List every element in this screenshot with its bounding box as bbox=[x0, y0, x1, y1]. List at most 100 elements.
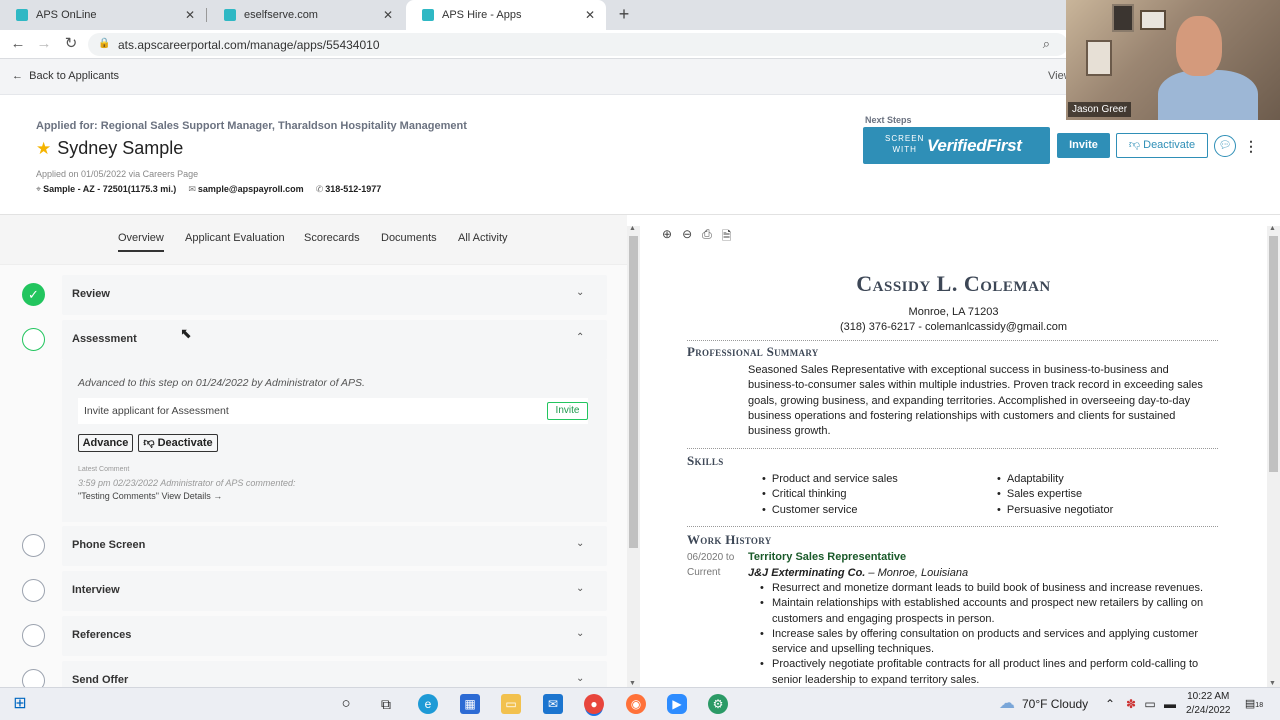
scroll-up-icon[interactable]: ▲ bbox=[629, 225, 636, 232]
notification-icon[interactable]: ▤18 bbox=[1244, 694, 1264, 714]
zoom-icon[interactable]: ⌕ bbox=[1043, 36, 1050, 52]
mouse-cursor-icon: ⬉ bbox=[180, 325, 192, 341]
left-scrollbar[interactable]: ▲ ▼ bbox=[627, 225, 640, 687]
assessment-invite-button[interactable]: Invite bbox=[547, 402, 588, 420]
print-icon[interactable]: ⎙ bbox=[702, 227, 712, 248]
app-icon[interactable]: ⚙ bbox=[708, 694, 728, 714]
skills-list-left: Product and service sales Critical think… bbox=[762, 472, 898, 518]
job-bullet: Maintain relationships with established … bbox=[760, 596, 1230, 627]
comment-text: "Testing Comments" View Details → bbox=[78, 491, 223, 501]
step-send-offer[interactable]: Send Offer ⌄ bbox=[0, 661, 627, 687]
security-icon[interactable]: ✽ bbox=[1121, 694, 1141, 714]
browser-tab-aps-hire[interactable]: APS Hire - Apps ✕ bbox=[406, 0, 606, 30]
chevron-down-icon[interactable]: ⌄ bbox=[576, 538, 584, 549]
reload-icon[interactable]: ↻ bbox=[61, 34, 81, 54]
clock[interactable]: 10:22 AM 2/24/2022 bbox=[1186, 690, 1231, 718]
job-title: Territory Sales Representative bbox=[748, 551, 907, 563]
chrome-icon[interactable]: ● bbox=[584, 694, 604, 714]
star-icon[interactable]: ★ bbox=[36, 139, 51, 159]
tab-all-activity[interactable]: All Activity bbox=[458, 232, 508, 244]
address-bar[interactable]: 🔒 ats.apscareerportal.com/manage/apps/55… bbox=[88, 33, 1068, 56]
forward-arrow-icon[interactable]: → bbox=[34, 34, 54, 54]
browser-tab-aps-online[interactable]: APS OnLine ✕ bbox=[0, 0, 206, 30]
resume-section-summary: Professional Summary bbox=[687, 344, 819, 359]
resume-scrollbar[interactable]: ▲ ▼ bbox=[1267, 225, 1280, 687]
step-status-icon bbox=[22, 624, 45, 647]
battery-icon[interactable]: ▬ bbox=[1160, 694, 1180, 714]
firefox-icon[interactable]: ◉ bbox=[626, 694, 646, 714]
back-arrow-icon[interactable]: ← bbox=[8, 34, 28, 54]
close-icon[interactable]: ✕ bbox=[584, 8, 596, 22]
candidate-name: Sydney Sample bbox=[57, 138, 184, 158]
lock-icon: 🔒 bbox=[98, 38, 111, 49]
tab-scorecards[interactable]: Scorecards bbox=[304, 232, 360, 244]
zoom-app-icon[interactable]: ▶ bbox=[667, 694, 687, 714]
new-tab-icon[interactable]: + bbox=[614, 4, 634, 24]
skill-item: Sales expertise bbox=[997, 487, 1113, 502]
store-icon[interactable]: ▦ bbox=[460, 694, 480, 714]
chevron-down-icon[interactable]: ⌄ bbox=[576, 628, 584, 639]
step-references[interactable]: References ⌄ bbox=[0, 616, 627, 656]
chevron-up-icon[interactable]: ⌃ bbox=[576, 332, 584, 343]
close-icon[interactable]: ✕ bbox=[184, 8, 196, 22]
chevron-down-icon[interactable]: ⌄ bbox=[576, 583, 584, 594]
more-options-icon[interactable]: ⋮ bbox=[1244, 135, 1258, 157]
step-status-icon bbox=[22, 328, 45, 351]
zoom-in-icon[interactable]: ⊕ bbox=[662, 227, 672, 248]
participant-name: Jason Greer bbox=[1068, 102, 1132, 117]
applied-for: Applied for: Regional Sales Support Mana… bbox=[36, 120, 467, 132]
job-bullet: Increase sales by offering consultation … bbox=[760, 627, 1230, 658]
scrollbar-thumb[interactable] bbox=[629, 236, 638, 548]
applied-on: Applied on 01/05/2022 via Careers Page bbox=[36, 169, 199, 179]
step-review[interactable]: ✓ Review ⌄ bbox=[0, 275, 627, 315]
close-icon[interactable]: ✕ bbox=[382, 8, 394, 22]
chevron-down-icon[interactable]: ⌄ bbox=[576, 673, 584, 684]
tab-overview[interactable]: Overview bbox=[118, 232, 164, 252]
job-dates-from: 06/2020 to bbox=[687, 552, 735, 563]
screen-with-verifiedfirst-button[interactable]: SCREEN WITH VerifiedFirst bbox=[863, 127, 1050, 164]
invite-button[interactable]: Invite bbox=[1057, 133, 1110, 158]
email[interactable]: ✉ sample@apspayroll.com bbox=[188, 184, 303, 195]
windows-start-icon[interactable]: ⊞ bbox=[10, 694, 30, 714]
location: ⌖ Sample - AZ - 72501(1175.3 mi.) bbox=[36, 184, 177, 194]
chevron-up-icon[interactable]: ⌃ bbox=[1100, 694, 1120, 714]
scroll-down-icon[interactable]: ▼ bbox=[629, 680, 636, 687]
weather-text[interactable]: 70°F Cloudy bbox=[1022, 697, 1088, 711]
task-view-icon[interactable]: ⧉ bbox=[376, 694, 396, 714]
document-icon[interactable]: 🗎 bbox=[722, 227, 732, 248]
step-assessment[interactable]: Assessment ⌃ bbox=[0, 320, 627, 360]
scroll-up-icon[interactable]: ▲ bbox=[1269, 225, 1276, 232]
tab-documents[interactable]: Documents bbox=[381, 232, 437, 244]
weather-cloud-icon[interactable]: ☁ bbox=[997, 694, 1017, 714]
thumbs-down-icon: 👎︎ bbox=[143, 437, 155, 449]
step-interview[interactable]: Interview ⌄ bbox=[0, 571, 627, 611]
job-company: J&J Exterminating Co. – Monroe, Louisian… bbox=[748, 567, 969, 579]
step-deactivate-button[interactable]: 👎︎ Deactivate bbox=[138, 434, 218, 452]
step-phone-screen[interactable]: Phone Screen ⌄ bbox=[0, 526, 627, 566]
chat-icon[interactable]: 💬︎ bbox=[1214, 135, 1236, 157]
search-icon[interactable]: ○ bbox=[336, 694, 356, 714]
back-to-applicants-link[interactable]: ← Back to Applicants bbox=[12, 70, 119, 82]
skills-list-right: Adaptability Sales expertise Persuasive … bbox=[997, 472, 1113, 518]
chevron-down-icon[interactable]: ⌄ bbox=[576, 287, 584, 298]
file-explorer-icon[interactable]: ▭ bbox=[501, 694, 521, 714]
resume-toolbar: ⊕ ⊖ ⎙ 🗎 bbox=[662, 227, 731, 248]
subtabs: Overview Applicant Evaluation Scorecards… bbox=[0, 215, 627, 265]
phone[interactable]: ✆ 318-512-1977 bbox=[316, 184, 382, 195]
skill-item: Critical thinking bbox=[762, 487, 898, 502]
network-icon[interactable]: ▭ bbox=[1140, 694, 1160, 714]
resume-contact: (318) 376-6217 - colemanlcassidy@gmail.c… bbox=[840, 321, 1067, 333]
advance-button[interactable]: Advance bbox=[78, 434, 133, 452]
edge-icon[interactable]: e bbox=[418, 694, 438, 714]
resume-summary: Seasoned Sales Representative with excep… bbox=[748, 364, 1203, 438]
scroll-down-icon[interactable]: ▼ bbox=[1269, 680, 1276, 687]
scrollbar-thumb[interactable] bbox=[1269, 236, 1278, 472]
envelope-icon: ✉ bbox=[188, 184, 196, 194]
deactivate-button[interactable]: 👎︎ Deactivate bbox=[1116, 133, 1208, 158]
browser-tab-eselfserve[interactable]: eselfserve.com ✕ bbox=[208, 0, 404, 30]
view-details-link[interactable]: View Details → bbox=[161, 491, 222, 501]
tab-applicant-evaluation[interactable]: Applicant Evaluation bbox=[185, 232, 285, 244]
zoom-out-icon[interactable]: ⊖ bbox=[682, 227, 692, 248]
resume-viewer: ⊕ ⊖ ⎙ 🗎 Cassidy L. Coleman Monroe, LA 71… bbox=[640, 215, 1267, 687]
mail-icon[interactable]: ✉ bbox=[543, 694, 563, 714]
